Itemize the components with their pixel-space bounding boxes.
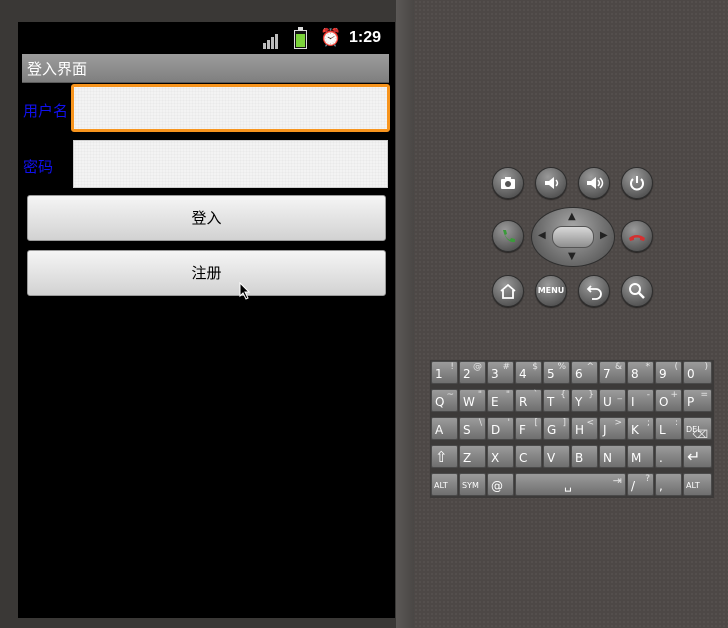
key-r[interactable]: R ` (515, 389, 542, 412)
key-9[interactable]: 9( (655, 361, 682, 384)
hardware-keyboard: 1! 2 @ 3 # 4 $ 5% 6 ^ 7 & 8 * 9( 0) Q ~ W " E " R… (430, 360, 714, 498)
password-label: 密码 (23, 158, 54, 176)
status-bar: ⏰ 1:29 (18, 22, 395, 54)
back-icon[interactable] (578, 275, 610, 307)
signal-icon (263, 31, 281, 49)
key-g[interactable]: G] (543, 417, 570, 440)
emulator-shell-edge (396, 0, 414, 628)
key-1[interactable]: 1! (431, 361, 458, 384)
dpad-control[interactable]: ▲ ▼ ◀ ▶ (531, 207, 615, 267)
key-at[interactable]: @ (487, 473, 514, 496)
search-icon[interactable] (621, 275, 653, 307)
key-del[interactable]: DEL ⌫ (683, 417, 712, 441)
key-i[interactable]: I- (627, 389, 654, 412)
key-u[interactable]: U _ (599, 389, 626, 412)
key-k[interactable]: K; (627, 417, 654, 440)
key-6[interactable]: 6 ^ (571, 361, 598, 384)
login-button[interactable]: 登入 (27, 195, 386, 241)
key-5[interactable]: 5% (543, 361, 570, 384)
power-icon[interactable] (621, 167, 653, 199)
key-4[interactable]: 4 $ (515, 361, 542, 384)
key-2[interactable]: 2 @ (459, 361, 486, 384)
emulator-controls-panel (414, 0, 728, 628)
username-input[interactable] (71, 84, 390, 132)
key-3[interactable]: 3 # (487, 361, 514, 384)
home-icon[interactable] (492, 275, 524, 307)
key-w[interactable]: W " (459, 389, 486, 412)
call-icon[interactable] (492, 220, 524, 252)
dpad-right-icon[interactable]: ▶ (600, 230, 608, 241)
key-y[interactable]: Y} (571, 389, 598, 412)
battery-icon (294, 27, 307, 49)
key-v[interactable]: V (543, 445, 570, 468)
dpad-left-icon[interactable]: ◀ (538, 230, 546, 241)
key-f[interactable]: F[ (515, 417, 542, 440)
status-time: 1:29 (349, 29, 382, 46)
key-space[interactable]: ␣ ⇥ (515, 473, 626, 496)
dpad-center-button[interactable] (552, 226, 594, 248)
title-bar: 登入界面 (22, 54, 389, 83)
key-s[interactable]: S \ (459, 417, 486, 440)
key-p[interactable]: P = (683, 389, 712, 412)
dpad-up-icon[interactable]: ▲ (568, 211, 576, 222)
key-n[interactable]: N (599, 445, 626, 468)
key-t[interactable]: T{ (543, 389, 570, 412)
key-l[interactable]: L: (655, 417, 682, 440)
alarm-icon: ⏰ (320, 28, 342, 48)
key-j[interactable]: J > (599, 417, 626, 440)
menu-button[interactable]: MENU (535, 275, 567, 307)
key-period[interactable]: . (655, 445, 682, 468)
key-comma[interactable]: , (655, 473, 682, 496)
register-button[interactable]: 注册 (27, 250, 386, 296)
key-d[interactable]: D ' (487, 417, 514, 440)
key-0[interactable]: 0) (683, 361, 712, 384)
key-alt-right[interactable]: ALT (683, 473, 712, 496)
end-call-icon[interactable] (621, 220, 653, 252)
volume-down-icon[interactable] (535, 167, 567, 199)
key-sym[interactable]: SYM (459, 473, 486, 496)
dpad-down-icon[interactable]: ▼ (568, 251, 576, 262)
page-title: 登入界面 (27, 60, 88, 78)
key-b[interactable]: B (571, 445, 598, 468)
device-screen: ⏰ 1:29 登入界面 用户名 密码 登入 注册 (18, 22, 395, 618)
volume-up-icon[interactable] (578, 167, 610, 199)
key-alt-left[interactable]: ALT (431, 473, 458, 496)
key-o[interactable]: O + (655, 389, 682, 412)
key-7[interactable]: 7 & (599, 361, 626, 384)
key-m[interactable]: M (627, 445, 654, 468)
key-shift[interactable]: ⇧ (431, 445, 458, 468)
key-q[interactable]: Q ~ (431, 389, 458, 412)
key-8[interactable]: 8 * (627, 361, 654, 384)
password-input[interactable] (73, 140, 388, 188)
key-e[interactable]: E " (487, 389, 514, 412)
key-h[interactable]: H < (571, 417, 598, 440)
key-c[interactable]: C (515, 445, 542, 468)
key-z[interactable]: Z (459, 445, 486, 468)
key-slash[interactable]: /? (627, 473, 654, 496)
username-label: 用户名 (23, 102, 69, 120)
key-a[interactable]: A (431, 417, 458, 440)
key-x[interactable]: X (487, 445, 514, 468)
mouse-cursor-icon (239, 282, 251, 300)
key-enter[interactable]: ↵ (683, 445, 712, 468)
camera-icon[interactable] (492, 167, 524, 199)
